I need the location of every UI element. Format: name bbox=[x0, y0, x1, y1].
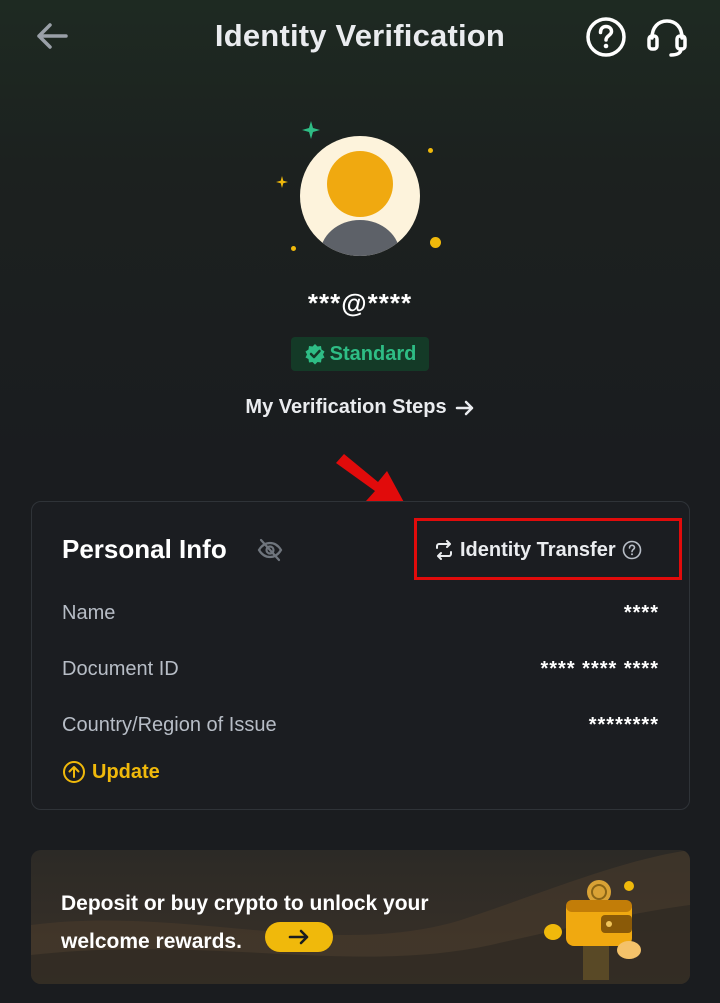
info-row-country: Country/Region of Issue ******** bbox=[62, 714, 659, 744]
eye-off-icon[interactable] bbox=[257, 538, 283, 562]
arrow-right-icon bbox=[288, 929, 309, 945]
info-question-icon[interactable] bbox=[622, 540, 642, 560]
avatar-area bbox=[270, 115, 450, 265]
sparkle-icon bbox=[302, 121, 320, 139]
wallet-illustration bbox=[544, 880, 641, 980]
arrow-up-circle-icon bbox=[63, 761, 85, 783]
steps-link-label: My Verification Steps bbox=[245, 396, 447, 418]
verification-badge: Standard bbox=[291, 337, 429, 371]
badge-label: Standard bbox=[329, 342, 417, 365]
identity-transfer-label: Identity Transfer bbox=[460, 538, 616, 561]
info-value: **** **** **** bbox=[540, 658, 659, 680]
personal-info-title: Personal Info bbox=[62, 534, 227, 564]
promo-line-1: Deposit or buy crypto to unlock your bbox=[61, 892, 429, 915]
info-value: ******** bbox=[588, 714, 659, 736]
info-value: **** bbox=[623, 602, 659, 624]
shield-check-icon bbox=[305, 344, 325, 365]
avatar bbox=[300, 136, 420, 256]
update-link[interactable]: Update bbox=[62, 760, 160, 784]
question-circle-icon bbox=[586, 17, 626, 57]
info-label: Country/Region of Issue bbox=[62, 714, 277, 736]
update-label: Update bbox=[92, 760, 160, 783]
identity-transfer-link[interactable]: Identity Transfer bbox=[434, 535, 642, 565]
promo-arrow-button[interactable] bbox=[265, 922, 333, 952]
dot-decoration bbox=[291, 246, 296, 251]
arrow-right-icon bbox=[455, 400, 473, 415]
swap-icon bbox=[436, 540, 452, 560]
user-email: ***@**** bbox=[307, 288, 413, 318]
info-label: Name bbox=[62, 602, 116, 624]
info-row-document-id: Document ID **** **** **** bbox=[62, 658, 659, 688]
top-bar: Identity Verification bbox=[0, 0, 720, 76]
dot-decoration bbox=[430, 237, 441, 248]
headset-icon bbox=[647, 19, 687, 57]
info-label: Document ID bbox=[62, 658, 179, 680]
avatar-head bbox=[327, 151, 393, 217]
avatar-body bbox=[320, 220, 400, 256]
support-button[interactable] bbox=[644, 15, 690, 59]
verification-steps-link[interactable]: My Verification Steps bbox=[0, 396, 720, 419]
dot-decoration bbox=[428, 148, 433, 153]
info-row-name: Name **** bbox=[62, 602, 659, 632]
sparkle-icon bbox=[276, 176, 288, 188]
help-button[interactable] bbox=[584, 15, 628, 59]
promo-banner[interactable]: Deposit or buy crypto to unlock your wel… bbox=[31, 850, 690, 984]
personal-info-card: Personal Info Identity Transfer Name ***… bbox=[31, 501, 690, 810]
